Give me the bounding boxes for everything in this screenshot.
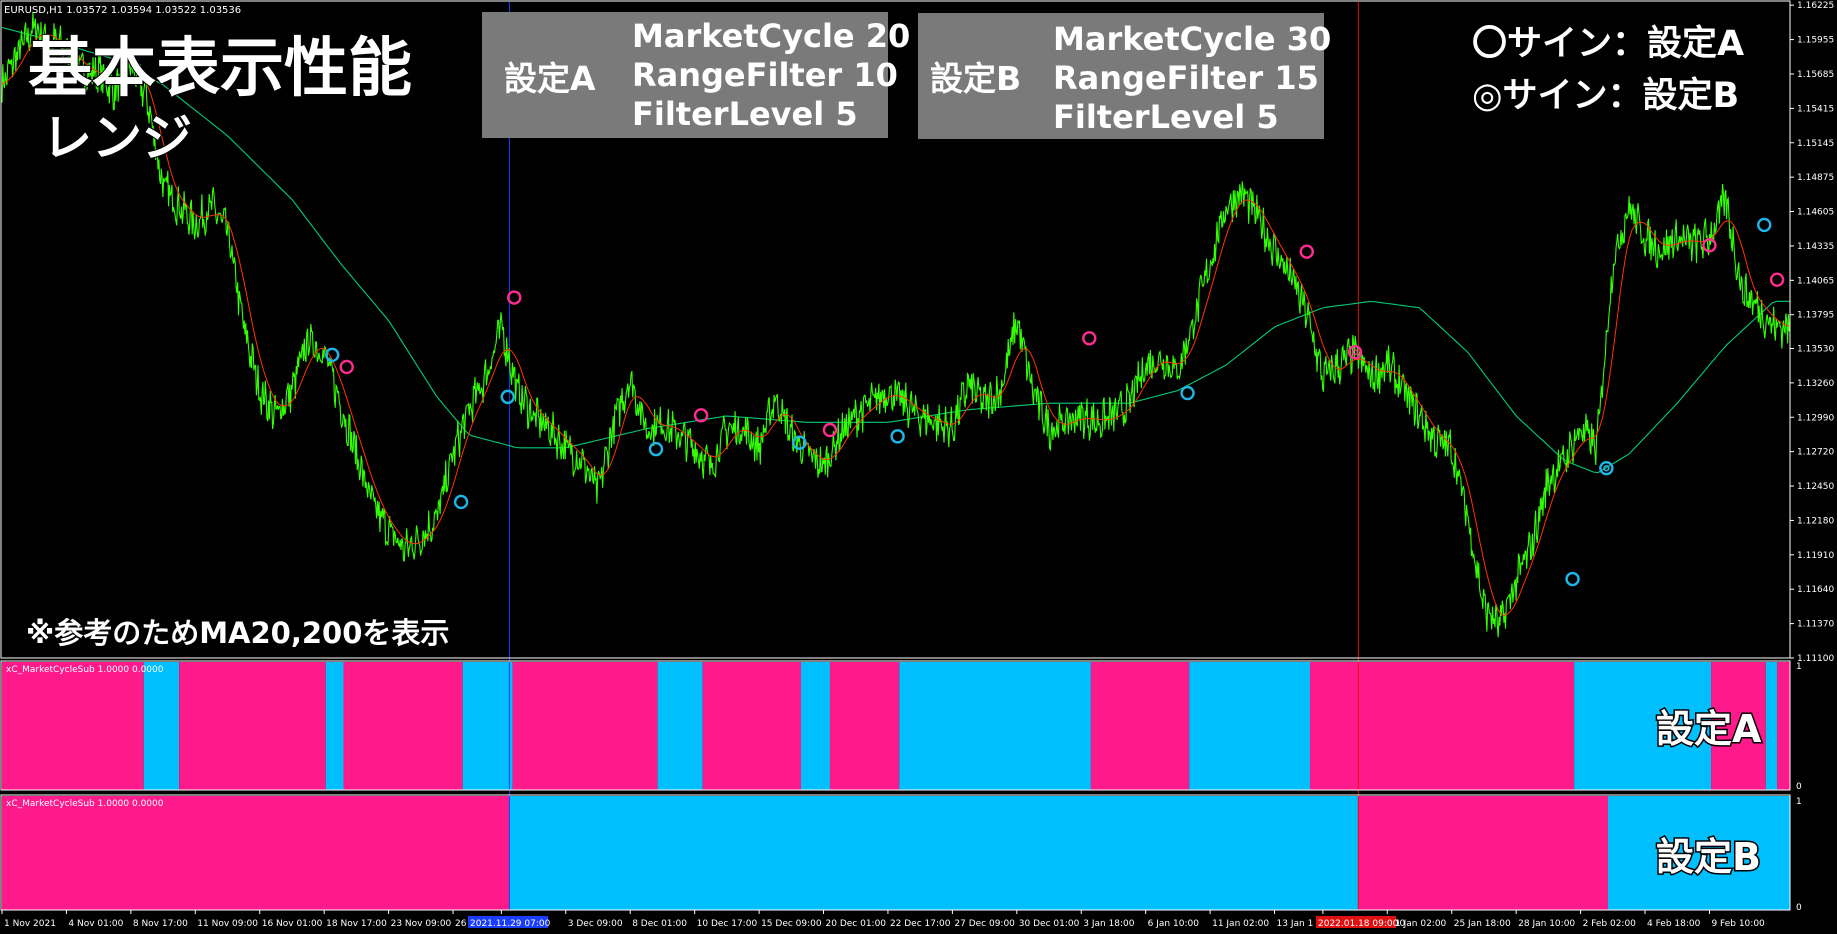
time-tick-label: 8 Dec 01:00 <box>632 919 687 929</box>
setting-a-segment <box>657 662 703 790</box>
price-tick-label: 1.13260 <box>1797 379 1834 389</box>
setting-a-segment <box>1777 662 1790 790</box>
price-tick-label: 1.11100 <box>1797 654 1834 664</box>
time-tick-label: 20 Dec 01:00 <box>826 919 887 929</box>
panel-b-overlay-label: 設定B <box>1656 835 1761 879</box>
settings-box-b-label: 設定B <box>930 59 1021 98</box>
legend-setting-a: 〇サイン：設定A <box>1472 24 1744 64</box>
setting-a-segment <box>800 662 830 790</box>
settings-box-b-line3: FilterLevel 5 <box>1053 98 1279 136</box>
settings-box-a-line2: RangeFilter 10 <box>632 56 898 94</box>
price-tick-label: 1.12720 <box>1797 448 1834 458</box>
setting-b-segment <box>1358 796 1608 910</box>
setting-a-segment <box>702 662 801 790</box>
time-tick-label: 9 Feb 10:00 <box>1711 919 1765 929</box>
date-highlight-b: 2022.01.18 09:00 <box>1318 919 1399 929</box>
price-tick-label: 1.16225 <box>1797 1 1834 11</box>
price-tick-label: 1.13795 <box>1797 311 1834 321</box>
indicator-panels <box>2 662 1790 910</box>
time-tick-label: 15 Dec 09:00 <box>761 919 822 929</box>
price-tick-label: 1.15415 <box>1797 104 1834 114</box>
time-tick-label: 18 Nov 17:00 <box>326 919 387 929</box>
chart-canvas: 1.16225 1.15955 1.15685 1.15415 1.15145 1.148… <box>0 0 1837 934</box>
sub-panel-a-label: xC_MarketCycleSub 1.0000 0.0000 <box>6 665 164 675</box>
legend-setting-b: ◎サイン：設定B <box>1472 76 1739 116</box>
price-tick-label: 1.11370 <box>1797 620 1834 630</box>
overlay-title: 基本表示性能 <box>28 32 412 106</box>
time-tick-label: 11 Jan 02:00 <box>1212 919 1269 929</box>
settings-box-a-label: 設定A <box>504 59 596 98</box>
time-tick-label: 10 Dec 17:00 <box>697 919 758 929</box>
setting-a-segment <box>143 662 180 790</box>
setting-b-segment <box>2 796 510 910</box>
setting-a-segment <box>829 662 900 790</box>
time-tick-label: 22 Dec 17:00 <box>890 919 951 929</box>
time-tick-label: 6 Jan 10:00 <box>1148 919 1200 929</box>
price-tick-label: 1.11640 <box>1797 585 1834 595</box>
price-tick-label: 1.14335 <box>1797 242 1834 252</box>
overlay-note: ※参考のためMA20,200を表示 <box>26 616 449 650</box>
setting-a-segment <box>1189 662 1310 790</box>
setting-a-segment <box>179 662 326 790</box>
setting-a-segment <box>462 662 513 790</box>
price-tick-label: 1.12990 <box>1797 413 1834 423</box>
symbol-header: EURUSD,H1 1.03572 1.03594 1.03522 1.0353… <box>4 5 241 16</box>
time-tick-label: 25 Jan 18:00 <box>1454 919 1511 929</box>
sub-a-tick-top: 1 <box>1796 662 1802 672</box>
setting-a-segment <box>1090 662 1190 790</box>
setting-a-segment <box>1765 662 1778 790</box>
sub-a-tick-bottom: 0 <box>1796 782 1802 792</box>
setting-b-segment <box>509 796 1359 910</box>
sub-panel-b-label: xC_MarketCycleSub 1.0000 0.0000 <box>6 799 164 809</box>
time-tick-label: 30 Dec 01:00 <box>1019 919 1080 929</box>
time-tick-label: 13 Jan 1 <box>1277 919 1314 929</box>
date-highlight-a: 2021.11.29 07:00 <box>470 919 551 929</box>
setting-a-segment <box>1309 662 1575 790</box>
time-tick-label: 4 Feb 18:00 <box>1647 919 1701 929</box>
settings-box-a-line3: FilterLevel 5 <box>632 95 858 133</box>
price-tick-label: 1.15955 <box>1797 36 1834 46</box>
time-tick-label: 1 Nov 2021 <box>4 919 56 929</box>
time-tick-label: 4 Nov 01:00 <box>68 919 123 929</box>
settings-box-a-line1: MarketCycle 20 <box>632 17 910 55</box>
price-tick-label: 1.11910 <box>1797 551 1834 561</box>
sub-b-tick-top: 1 <box>1796 797 1802 807</box>
time-tick-label: 16 Nov 01:00 <box>262 919 323 929</box>
price-tick-label: 1.12180 <box>1797 516 1834 526</box>
chart-background <box>0 0 1837 934</box>
time-tick-label: 3 Dec 09:00 <box>568 919 623 929</box>
time-tick-label: 23 Nov 09:00 <box>391 919 452 929</box>
price-tick-label: 1.12450 <box>1797 482 1834 492</box>
panel-a-overlay-label: 設定A <box>1656 707 1762 751</box>
price-tick-label: 1.15685 <box>1797 70 1834 80</box>
time-tick-label: 8 Nov 17:00 <box>133 919 188 929</box>
price-tick-label: 1.15145 <box>1797 139 1834 149</box>
setting-a-segment <box>899 662 1091 790</box>
settings-box-b-line2: RangeFilter 15 <box>1053 59 1319 97</box>
time-tick-label: 27 Dec 09:00 <box>954 919 1015 929</box>
setting-a-segment <box>512 662 658 790</box>
time-tick-label: 28 Jan 10:00 <box>1518 919 1575 929</box>
time-tick-label: 11 Nov 09:00 <box>197 919 258 929</box>
settings-box-b-line1: MarketCycle 30 <box>1053 20 1331 58</box>
sub-b-tick-bottom: 0 <box>1796 903 1802 913</box>
price-tick-label: 1.14605 <box>1797 208 1834 218</box>
price-tick-label: 1.14875 <box>1797 173 1834 183</box>
setting-a-segment <box>343 662 463 790</box>
setting-a-segment <box>325 662 344 790</box>
time-tick-label: 3 Jan 18:00 <box>1083 919 1135 929</box>
price-tick-label: 1.14065 <box>1797 276 1834 286</box>
setting-a-segment <box>2 662 144 790</box>
time-tick-label: 2 Feb 02:00 <box>1583 919 1637 929</box>
price-tick-label: 1.13530 <box>1797 344 1834 354</box>
overlay-subtitle: レンジ <box>42 109 192 167</box>
